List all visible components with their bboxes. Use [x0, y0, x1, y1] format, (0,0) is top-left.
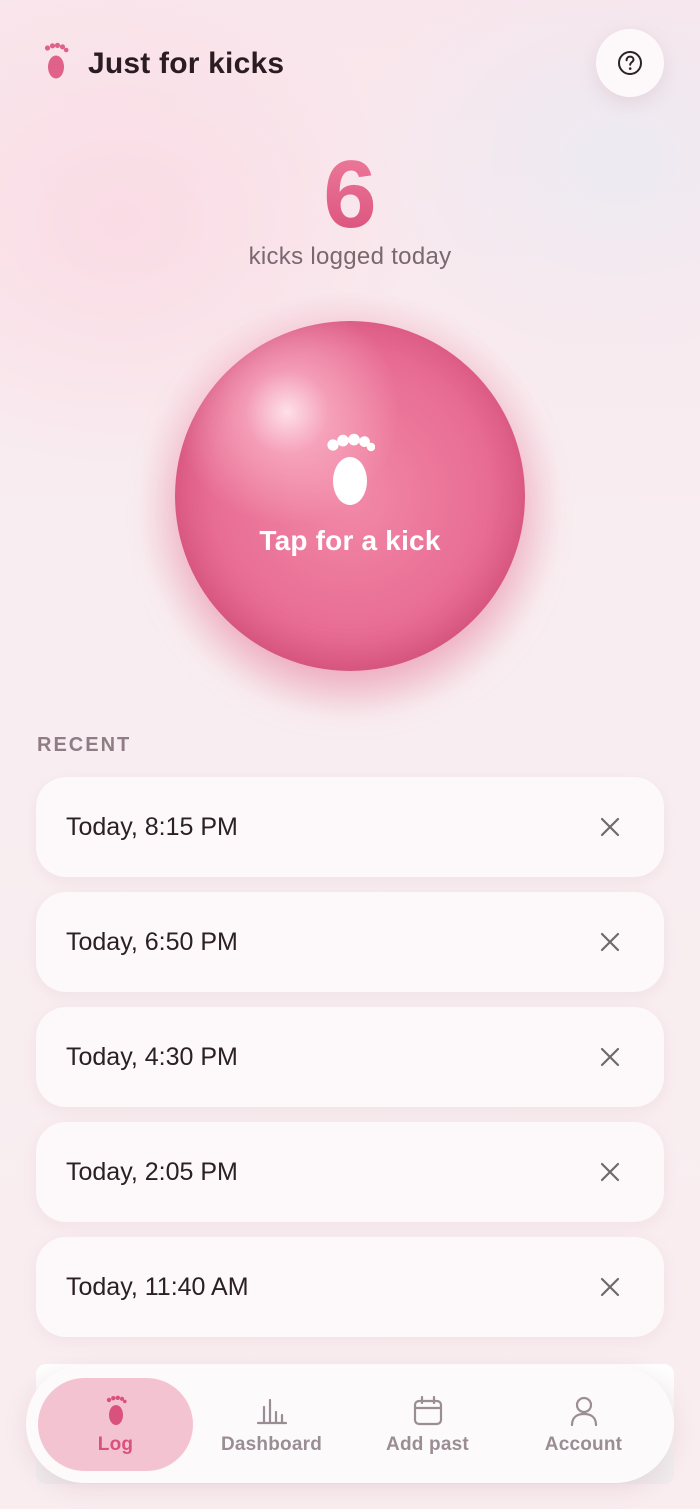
app-title: Just for kicks — [88, 47, 285, 80]
footprint-icon — [327, 433, 375, 505]
nav-label: Log — [97, 1433, 134, 1455]
nav-label: Account — [544, 1433, 623, 1455]
recent-kick-time: Today, 11:40 AM — [66, 1273, 249, 1301]
close-icon — [600, 1047, 620, 1067]
calendar-icon — [411, 1394, 445, 1428]
close-icon — [600, 1277, 620, 1297]
recent-kick-item: Today, 2:05 PM — [36, 1122, 664, 1222]
recent-kick-time: Today, 4:30 PM — [66, 1043, 238, 1071]
recent-kick-time: Today, 2:05 PM — [66, 1158, 238, 1186]
user-icon — [567, 1394, 601, 1428]
recent-kick-time: Today, 6:50 PM — [66, 928, 238, 956]
recent-kick-item: Today, 6:50 PM — [36, 892, 664, 992]
footprint-icon — [44, 42, 69, 79]
tap-for-kick-button[interactable]: Tap for a kick — [175, 321, 525, 671]
bottom-nav: Log Dashboard Add past Account — [26, 1365, 674, 1483]
delete-kick-button[interactable] — [592, 1269, 628, 1305]
delete-kick-button[interactable] — [592, 809, 628, 845]
nav-item-account[interactable]: Account — [506, 1378, 661, 1471]
nav-item-add-past[interactable]: Add past — [350, 1378, 505, 1471]
recent-kick-item: Today, 4:30 PM — [36, 1007, 664, 1107]
nav-item-dashboard[interactable]: Dashboard — [194, 1378, 349, 1471]
recent-heading: RECENT — [37, 734, 132, 756]
bar-chart-icon — [255, 1394, 289, 1428]
recent-kick-item: Today, 8:15 PM — [36, 777, 664, 877]
close-icon — [600, 1162, 620, 1182]
delete-kick-button[interactable] — [592, 1039, 628, 1075]
close-icon — [600, 932, 620, 952]
app-header: Just for kicks — [0, 0, 700, 130]
footprint-icon — [99, 1394, 133, 1428]
nav-label: Add past — [386, 1433, 469, 1455]
tap-button-label: Tap for a kick — [259, 525, 441, 556]
question-circle-icon — [618, 51, 642, 75]
close-icon — [600, 817, 620, 837]
recent-kick-time: Today, 8:15 PM — [66, 813, 238, 841]
delete-kick-button[interactable] — [592, 924, 628, 960]
nav-item-log[interactable]: Log — [38, 1378, 193, 1471]
kick-count: 6 — [0, 140, 700, 250]
delete-kick-button[interactable] — [592, 1154, 628, 1190]
kick-count-caption: kicks logged today — [248, 243, 452, 270]
help-button[interactable] — [596, 29, 664, 97]
recent-list: Today, 8:15 PM Today, 6:50 PM Today, 4:3… — [36, 777, 664, 1352]
recent-kick-item: Today, 11:40 AM — [36, 1237, 664, 1337]
nav-label: Dashboard — [220, 1433, 323, 1455]
